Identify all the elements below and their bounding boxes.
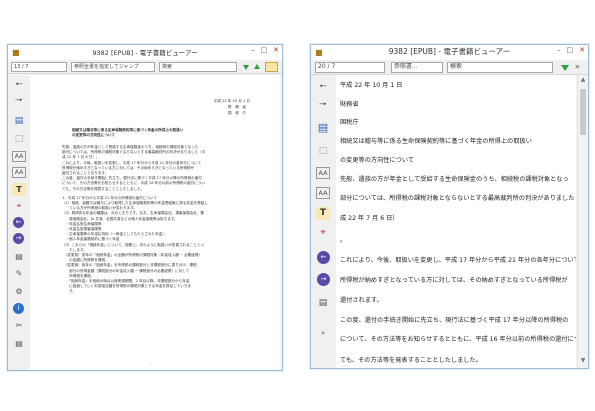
font-larger-icon[interactable]: AA [316, 167, 330, 179]
doc-line: 。 [340, 237, 347, 244]
title-bar: ■ 9382 [EPUB] - 電子書籍ビューアー – □ ✕ [8, 45, 282, 60]
scissors-icon[interactable]: ✂ [12, 319, 26, 332]
window-title: 9382 [EPUB] - 電子書籍ビューアー [388, 47, 511, 56]
bookmark-icon[interactable]: ▤ [316, 121, 330, 134]
doc-body-line: に経過していく利息相当額を所得税の課税対象とする年金を算定していきま [62, 284, 192, 289]
search-next-icon[interactable] [561, 65, 569, 71]
edit-icon[interactable]: ✎ [12, 267, 26, 280]
search-input[interactable]: 検索 [447, 62, 553, 73]
doc-line: の変更等の方向性について [340, 157, 415, 164]
library-icon[interactable]: ▤ [12, 250, 26, 263]
more-icon[interactable]: » [575, 62, 580, 71]
doc-date: 平成 22 年 10 月 1 日 [213, 99, 250, 103]
prev-page-icon[interactable]: ← [317, 251, 330, 264]
scroll-down-icon[interactable]: ▼ [578, 357, 588, 367]
scroll-thumb[interactable] [580, 89, 586, 135]
doc-line: この度、還付の手続き開始に先立ち、現行法に基づく平成 17 年分以降の所得税の [340, 317, 569, 324]
close-icon[interactable]: ✕ [579, 46, 585, 54]
bookmark-icon[interactable]: ▤ [12, 115, 26, 128]
search-prev-icon[interactable] [254, 64, 260, 69]
info-icon[interactable]: i [13, 303, 24, 314]
font-larger-icon[interactable]: AA [12, 151, 26, 162]
doc-issuer-2: 国 税 庁 [228, 111, 246, 115]
page-indicator[interactable]: 13 / 7 [11, 62, 67, 72]
page-icon[interactable]: □ [12, 133, 26, 146]
search-input[interactable]: 検索 [159, 62, 237, 72]
maximize-icon[interactable]: □ [261, 46, 268, 54]
window-title: 9382 [EPUB] - 電子書籍ビューアー [92, 49, 198, 57]
next-page-icon[interactable]: → [13, 233, 24, 244]
doc-line: 相続又は贈与等に係る生命保険契約等に基づく年金の所得上の取扱い [340, 138, 532, 145]
toc-jump-field[interactable]: 参照書... [391, 62, 443, 73]
doc-body: 先般、遺族の方が年金として受給する生命保険金のうち、相続税の課税対象となった 部分… [62, 145, 208, 295]
library-icon[interactable]: ▤ [316, 297, 330, 310]
maximize-icon[interactable]: □ [567, 46, 574, 54]
text-style-icon[interactable]: T [12, 183, 26, 196]
doc-line: 成 22 年 7 月 6 日） [340, 215, 399, 222]
search-next-icon[interactable] [243, 65, 249, 70]
doc-body-line: す。 [62, 289, 77, 294]
doc-body-line: （変更後）各年の「相続年金」を所得税の課税部分と非課税部分に振り分け、課税 [62, 263, 197, 268]
font-smaller-icon[interactable]: AA [316, 187, 330, 199]
highlight-icon[interactable] [265, 62, 278, 72]
ebook-viewer-window-large: ■ 9382 [EPUB] - 電子書籍ビューアー – □ ✕ 20 / 7 参… [310, 44, 589, 369]
document-page: 平成 22 年 10 月 1 日 財 務 省 国 税 庁 相続又は贈与等に係る生… [30, 75, 280, 370]
fit-page-icon[interactable]: ⌖ [316, 227, 330, 240]
sidebar: 🠔 🠖 ▤ □ AA AA T ⌖ ← → ▤ » [311, 75, 336, 368]
forward-arrow-icon[interactable]: 🠖 [12, 95, 26, 108]
ebook-viewer-window-small: ■ 9382 [EPUB] - 電子書籍ビューアー – □ ✕ 13 / 7 参… [7, 44, 283, 371]
vertical-scrollbar[interactable]: ▲ ▼ [577, 75, 588, 368]
next-page-icon[interactable]: → [317, 273, 330, 286]
doc-line: 財務省 [340, 101, 359, 108]
page-number: - [150, 361, 152, 365]
doc-body-line: について、その方法等をお知らせするとともに、平成 16 年分以前の所得税の還付に… [62, 181, 205, 186]
window-controls: – □ ✕ [557, 46, 585, 54]
doc-line: これにより、今後、取扱いを変更し、平成 17 年分から平成 21 年分の各年分に… [340, 257, 576, 264]
document-page: 平成 22 年 10 月 1 日財務省国税庁相続又は贈与等に係る生命保険契約等に… [336, 75, 576, 368]
sidebar: 🠔 🠖 ▤ □ AA AA T ⌖ ← → ▤ ✎ ⚙ i ✂ ▤ [8, 75, 30, 370]
page-icon[interactable]: □ [316, 145, 330, 158]
doc-body-line: （2）具体的な年金の種類は、次のとおりです。なお、生命保険会社、損害保険会社、郵 [62, 211, 205, 216]
doc-line: 先般、遺族の方が年金として受給する生命保険金のうち、相続税の課税対象となっ [340, 176, 569, 183]
doc-line: について、その方法等をお知らせするとともに、平成 16 年分以前の所得税の還付に… [340, 336, 576, 343]
toc-jump-field[interactable]: 参照全書を指定してジャンプ [71, 62, 155, 72]
scroll-up-icon[interactable]: ▲ [578, 76, 588, 86]
title-bar: ■ 9382 [EPUB] - 電子書籍ビューアー – □ ✕ [311, 45, 588, 60]
doc-issuer-1: 財 務 省 [228, 105, 246, 109]
back-arrow-icon[interactable]: 🠔 [12, 79, 26, 92]
settings-icon[interactable]: ⚙ [12, 285, 26, 298]
doc-subheading: の変更等の方向性について [72, 133, 116, 137]
toolbar: 20 / 7 参照書... 検索 » [311, 60, 588, 75]
minimize-icon[interactable]: – [251, 46, 255, 54]
doc-line: 平成 22 年 10 月 1 日 [340, 82, 403, 89]
forward-arrow-icon[interactable]: 🠖 [316, 99, 330, 112]
fit-page-icon[interactable]: ⌖ [12, 199, 26, 212]
print-icon[interactable]: ▤ [12, 337, 26, 350]
font-smaller-icon[interactable]: AA [12, 167, 26, 178]
text-style-icon[interactable]: T [316, 207, 330, 220]
doc-line: 国税庁 [340, 119, 359, 126]
doc-line: 部分については、所得税の課税対象とならないとする最高裁判所の判決がありました（平 [340, 195, 576, 202]
window-controls: – □ ✕ [251, 46, 279, 54]
doc-line: 還付されます。 [340, 297, 383, 304]
page-indicator[interactable]: 20 / 7 [315, 62, 385, 73]
more-tools-icon[interactable]: » [316, 327, 330, 340]
close-icon[interactable]: ✕ [273, 46, 279, 54]
doc-line: ても、その方法等を発表することとしたしました。 [340, 357, 482, 364]
prev-page-icon[interactable]: ← [13, 217, 24, 228]
back-arrow-icon[interactable]: 🠔 [316, 81, 330, 94]
toolbar: 13 / 7 参照全書を指定してジャンプ 検索 [8, 60, 282, 74]
doc-line: 所得税が納めすぎとなっている方に対しては、その納めすぎとなっている所得税が [340, 277, 568, 284]
minimize-icon[interactable]: – [557, 46, 561, 54]
